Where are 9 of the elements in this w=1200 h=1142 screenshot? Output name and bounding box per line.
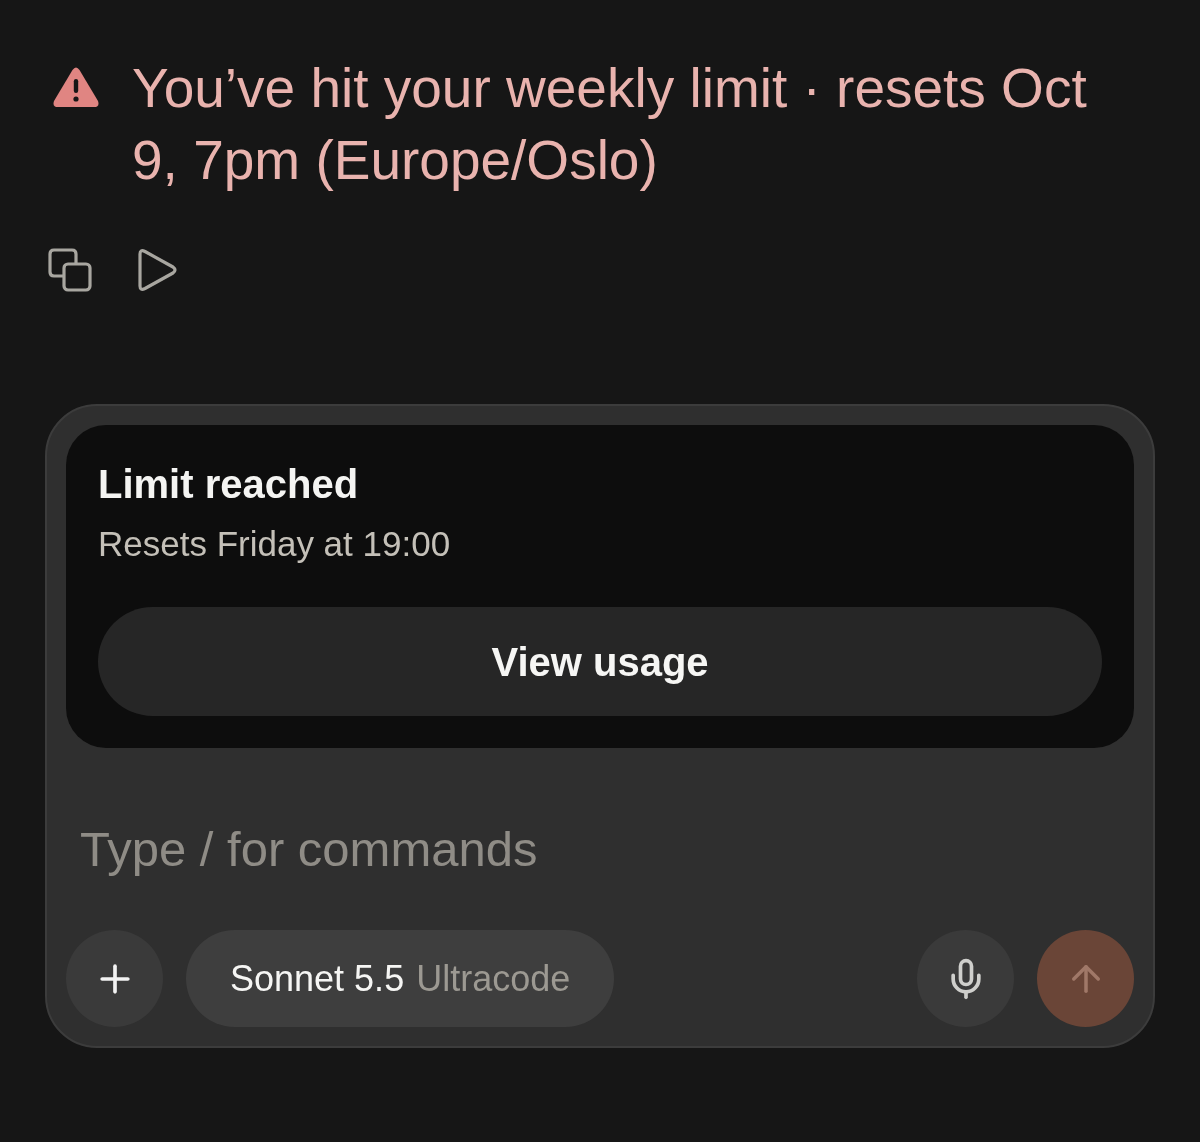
model-selector-button[interactable]: Sonnet 5.5 Ultracode: [186, 930, 615, 1027]
view-usage-button[interactable]: View usage: [98, 607, 1102, 716]
limit-title: Limit reached: [98, 461, 360, 508]
message-input-field[interactable]: Type / for commands: [66, 808, 1134, 890]
reset-time-text: Resets Friday at 19:00: [98, 523, 452, 565]
warning-icon: [52, 67, 100, 107]
play-icon[interactable]: [136, 248, 178, 292]
copy-icon[interactable]: [48, 248, 92, 292]
limit-warning-message: You’ve hit your weekly limit · resets Oct 9, 7pm (Europe/Oslo): [132, 56, 1088, 193]
